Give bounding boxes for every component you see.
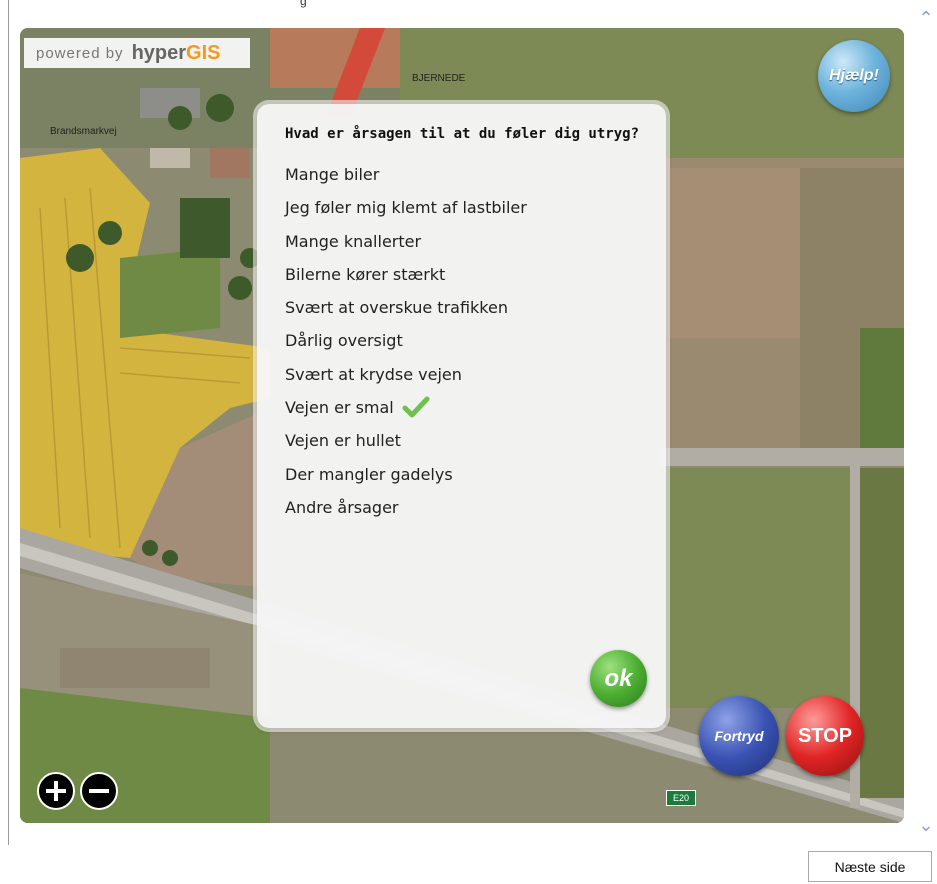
answer-option-label: Mange knallerter <box>285 231 422 251</box>
answer-option[interactable]: Bilerne kører stærkt <box>285 264 527 297</box>
answer-options: Mange biler Jeg føler mig klemt af lastbi… <box>285 164 527 530</box>
place-label-bjernede: BJERNEDE <box>412 73 466 84</box>
answer-option[interactable]: Mange knallerter <box>285 231 527 264</box>
answer-option[interactable]: Jeg føler mig klemt af lastbiler <box>285 197 527 230</box>
answer-option[interactable]: Vejen er smal <box>285 396 527 430</box>
question-dialog: Hvad er årsagen til at du føler dig utry… <box>257 104 666 728</box>
zoom-in-icon[interactable] <box>37 772 75 810</box>
powered-by-logo: powered by hyperGIS <box>24 38 250 68</box>
answer-option[interactable]: Dårlig oversigt <box>285 330 527 363</box>
undo-button[interactable]: Fortryd <box>699 696 779 776</box>
answer-option-label: Svært at overskue trafikken <box>285 298 508 318</box>
answer-option-label: Vejen er hullet <box>285 431 401 451</box>
answer-option-label: Bilerne kører stærkt <box>285 264 446 284</box>
answer-option-label: Andre årsager <box>285 497 399 517</box>
question-title: Hvad er årsagen til at du føler dig utry… <box>285 126 640 142</box>
answer-option[interactable]: Der mangler gadelys <box>285 464 527 497</box>
answer-option-label: Vejen er smal <box>285 398 394 418</box>
chevron-down-icon[interactable]: ⌄ <box>916 815 936 835</box>
answer-option-label: Dårlig oversigt <box>285 331 403 351</box>
stop-button[interactable]: STOP <box>786 696 864 776</box>
answer-option-label: Mange biler <box>285 165 380 184</box>
help-button[interactable]: Hjælp! <box>818 40 890 112</box>
hypergis-logo: hyperGIS <box>131 41 221 64</box>
answer-option[interactable]: Vejen er hullet <box>285 430 527 463</box>
zoom-out-icon[interactable] <box>80 772 118 810</box>
answer-option[interactable]: Svært at krydse vejen <box>285 364 527 397</box>
scrollbar[interactable] <box>918 30 934 815</box>
answer-option-label: Jeg føler mig klemt af lastbiler <box>285 198 527 218</box>
powered-by-text: powered by <box>36 44 124 62</box>
answer-option-label: Svært at krydse vejen <box>285 364 462 384</box>
chevron-up-icon[interactable]: ⌃ <box>916 8 936 28</box>
gis-text: GIS <box>186 41 221 64</box>
road-label-brandsmarkvej: Brandsmarkvej <box>50 126 117 137</box>
ok-button[interactable]: ok <box>590 650 647 707</box>
answer-option[interactable]: Mange biler <box>285 164 527 197</box>
checkmark-icon <box>402 396 430 418</box>
next-page-button[interactable]: Næste side <box>808 851 932 882</box>
header-text: g <box>300 0 307 8</box>
road-sign-e20: E20 <box>666 790 696 806</box>
answer-option[interactable]: Svært at overskue trafikken <box>285 297 527 330</box>
answer-option-label: Der mangler gadelys <box>285 464 453 484</box>
answer-option[interactable]: Andre årsager <box>285 497 527 530</box>
